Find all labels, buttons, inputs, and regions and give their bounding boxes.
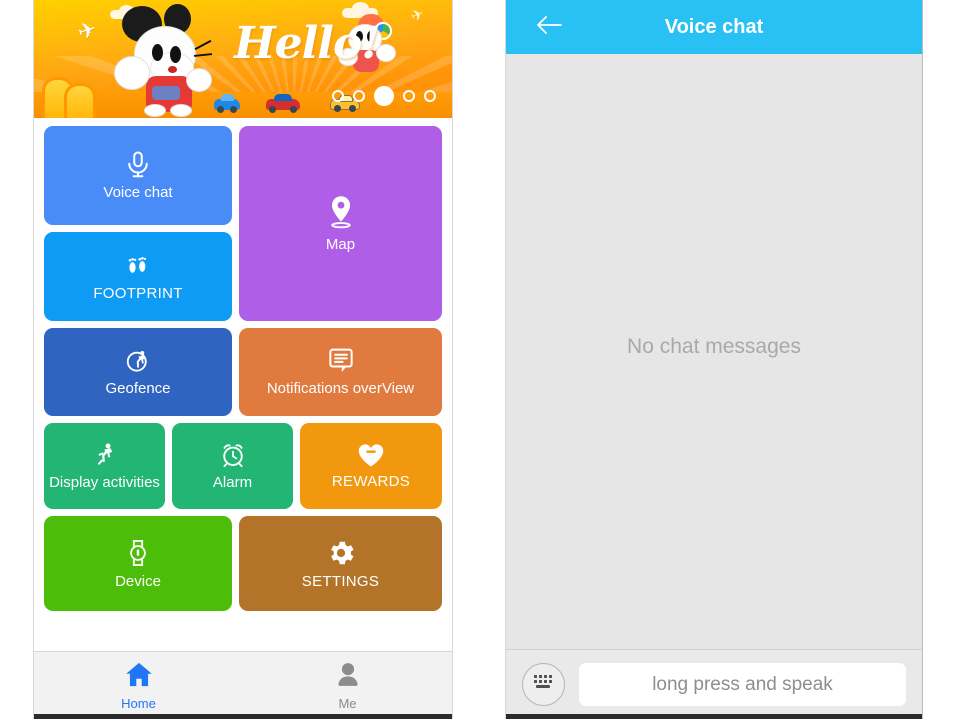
tile-alarm[interactable]: Alarm <box>172 423 293 509</box>
tab-label: Me <box>338 695 357 711</box>
tile-rewards[interactable]: REWARDS <box>300 423 442 509</box>
carousel-dot[interactable] <box>353 90 365 102</box>
tile-label: Alarm <box>212 474 253 492</box>
tile-label: Voice chat <box>103 183 173 201</box>
tile-label: Device <box>115 572 161 590</box>
voice-chat-header: Voice chat <box>506 0 922 54</box>
tile-notifications-overview[interactable]: Notifications overView <box>239 328 442 416</box>
arrow-left-icon <box>535 14 563 41</box>
geofence-icon <box>123 346 153 376</box>
notification-bubble-icon <box>325 346 357 376</box>
tab-label: Home <box>121 695 156 711</box>
empty-state-text: No chat messages <box>627 334 801 358</box>
car-icon <box>266 94 300 113</box>
back-button[interactable] <box>534 12 564 42</box>
banner-greeting-text: Hello! <box>234 18 381 69</box>
footprints-icon <box>123 251 153 281</box>
carousel-dot[interactable] <box>332 90 344 102</box>
home-indicator-bar <box>34 714 452 719</box>
tile-device[interactable]: Device <box>44 516 232 611</box>
right-phone-screen: Voice chat No chat messages long press a… <box>505 0 923 719</box>
tile-label: SETTINGS <box>301 572 380 590</box>
press-to-speak-button[interactable]: long press and speak <box>579 663 906 706</box>
carousel-dot-active[interactable] <box>374 86 394 106</box>
tile-label: Map <box>325 235 356 253</box>
left-phone-screen: ✈ ✈ Hello! Voice chat FOOTPRINT Map Geof… <box>33 0 453 719</box>
voice-input-bar: long press and speak <box>506 649 922 719</box>
screenshot-stage: ✈ ✈ Hello! Voice chat FOOTPRINT Map Geof… <box>0 0 960 719</box>
airplane-icon: ✈ <box>74 15 100 46</box>
carousel-dot[interactable] <box>424 90 436 102</box>
tab-me[interactable]: Me <box>243 652 452 719</box>
feature-tile-grid: Voice chat FOOTPRINT Map Geofence Notifi… <box>34 118 452 624</box>
paper-plane-icon: ✈ <box>408 5 428 26</box>
tile-display-activities[interactable]: Display activities <box>44 423 165 509</box>
tile-label: Notifications overView <box>266 380 415 398</box>
person-icon <box>334 661 362 693</box>
home-icon <box>124 661 154 693</box>
tile-label: FOOTPRINT <box>93 284 183 302</box>
carousel-dot[interactable] <box>403 90 415 102</box>
bottom-tab-bar: Home Me <box>34 651 452 719</box>
banner-arch-decoration <box>42 77 106 118</box>
tile-map[interactable]: Map <box>239 126 442 321</box>
mascot-character <box>114 4 230 117</box>
tile-row-3: Display activities Alarm REWARDS <box>44 423 442 509</box>
tab-home[interactable]: Home <box>34 652 243 719</box>
tile-row-4: Device SETTINGS <box>44 516 442 611</box>
map-pin-icon <box>324 194 358 232</box>
tile-geofence[interactable]: Geofence <box>44 328 232 416</box>
tile-row-1: Voice chat FOOTPRINT Map <box>44 126 442 321</box>
keyboard-toggle-button[interactable] <box>522 663 565 706</box>
running-person-icon <box>91 440 119 470</box>
carousel-pager[interactable] <box>332 86 436 106</box>
gear-icon <box>325 537 357 569</box>
tile-settings[interactable]: SETTINGS <box>239 516 442 611</box>
tile-footprint[interactable]: FOOTPRINT <box>44 232 232 321</box>
tile-row-2: Geofence Notifications overView <box>44 328 442 416</box>
tile-voice-chat[interactable]: Voice chat <box>44 126 232 225</box>
keyboard-icon <box>532 673 556 696</box>
tile-label: Display activities <box>49 474 160 492</box>
watch-icon <box>123 537 153 569</box>
car-icon <box>214 94 240 113</box>
heart-icon <box>356 441 386 469</box>
home-banner-carousel[interactable]: ✈ ✈ Hello! <box>34 0 452 118</box>
microphone-icon <box>123 150 153 180</box>
home-indicator-bar <box>506 714 922 719</box>
chat-message-list: No chat messages <box>506 54 922 649</box>
alarm-clock-icon <box>218 440 248 470</box>
page-title: Voice chat <box>664 15 764 38</box>
tile-label: Geofence <box>105 380 171 398</box>
tile-label: REWARDS <box>331 473 411 491</box>
